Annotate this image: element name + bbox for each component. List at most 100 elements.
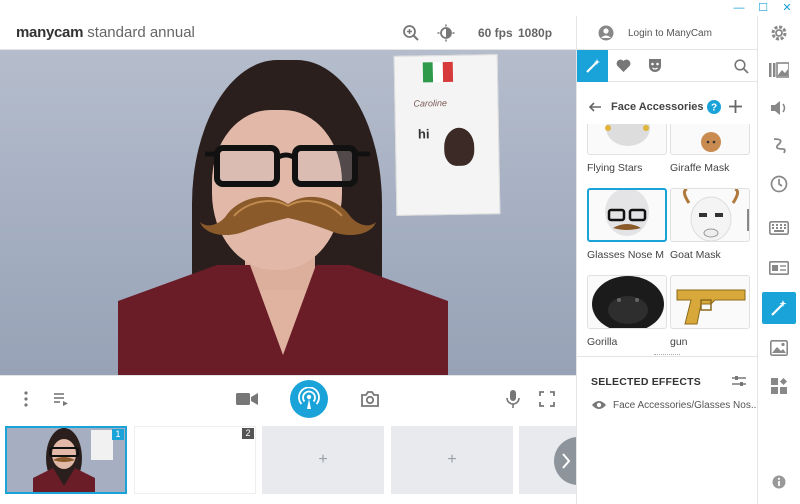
- glasses-effect: [205, 145, 370, 187]
- effect-thumbnail: [670, 188, 750, 242]
- add-icon: +: [318, 451, 328, 468]
- add-icon: +: [447, 451, 457, 468]
- poster-avatar: [443, 127, 475, 167]
- effect-item-flying-stars[interactable]: Flying Stars: [587, 124, 667, 174]
- sidebar-item-audio[interactable]: [762, 92, 796, 124]
- close-button[interactable]: ✕: [780, 1, 794, 15]
- source-thumbnails: 1 2 + +: [0, 421, 576, 504]
- adjust-effects-icon[interactable]: [732, 375, 746, 387]
- sidebar-item-keyboard[interactable]: [762, 212, 796, 244]
- source-thumbnail-1[interactable]: 1: [5, 426, 127, 494]
- visibility-eye-icon[interactable]: [592, 400, 606, 410]
- login-link[interactable]: Login to ManyCam: [628, 28, 712, 39]
- help-icon[interactable]: ?: [707, 100, 721, 114]
- svg-text:?: ?: [711, 103, 717, 114]
- source-thumbnail-2[interactable]: 2: [134, 426, 256, 494]
- snapshot-camera-icon[interactable]: [359, 388, 381, 410]
- add-effect-icon[interactable]: [729, 100, 742, 113]
- minimize-button[interactable]: —: [732, 1, 746, 15]
- tab-masks[interactable]: [639, 50, 670, 82]
- search-icon: [734, 58, 749, 74]
- wall-poster: Caroline hi: [393, 54, 501, 216]
- info-icon: [772, 475, 786, 489]
- fps-setting[interactable]: 60 fps: [478, 26, 513, 40]
- clock-icon: [770, 175, 788, 193]
- window-controls: — ☐ ✕: [732, 0, 794, 16]
- broadcast-button[interactable]: [290, 380, 328, 418]
- window-titlebar: — ☐ ✕: [0, 0, 800, 16]
- add-source-slot-1[interactable]: +: [262, 426, 384, 494]
- effect-thumbnail: [670, 124, 750, 155]
- tab-favorites[interactable]: [608, 50, 639, 82]
- plan-name: standard annual: [87, 24, 195, 41]
- info-button[interactable]: [762, 466, 796, 498]
- gear-icon: [771, 25, 787, 41]
- brand-name: manycam: [16, 24, 84, 41]
- selected-effects-header: SELECTED EFFECTS: [591, 376, 701, 388]
- user-avatar-icon: [598, 25, 614, 41]
- broadcast-icon: [298, 387, 320, 409]
- effects-panel: Login to ManyCam Face Accessories ? Flyi…: [576, 16, 759, 504]
- add-source-slot-2[interactable]: +: [391, 426, 513, 494]
- effect-item-gun[interactable]: gun: [670, 275, 750, 348]
- effect-item-glasses-nose-mustache[interactable]: Glasses Nose M: [587, 188, 667, 261]
- effect-thumbnail: [587, 275, 667, 329]
- login-row[interactable]: Login to ManyCam: [577, 16, 757, 50]
- magic-wand-icon: [771, 300, 787, 316]
- effect-item-gorilla[interactable]: Gorilla: [587, 275, 667, 348]
- playlist-icon[interactable]: [50, 388, 72, 410]
- category-title: Face Accessories: [611, 101, 704, 113]
- effect-item-goat-mask[interactable]: Goat Mask: [670, 188, 750, 261]
- lower-thirds-icon: [769, 261, 789, 275]
- effect-label: Goat Mask: [670, 249, 721, 261]
- poster-caption: Caroline: [413, 97, 448, 109]
- sidebar-item-effects[interactable]: [762, 292, 796, 324]
- effect-label: Flying Stars: [587, 162, 643, 174]
- settings-button[interactable]: [762, 17, 796, 49]
- effect-thumbnail: [670, 275, 750, 329]
- resolution-setting[interactable]: 1080p: [518, 26, 552, 40]
- effect-thumbnail: [587, 188, 667, 242]
- more-options-icon[interactable]: [15, 388, 37, 410]
- source-preview-image: [7, 428, 125, 492]
- image-icon: [770, 340, 788, 356]
- magic-wand-icon: [585, 59, 600, 73]
- effect-label: gun: [670, 336, 688, 348]
- source-number-badge: 1: [112, 429, 124, 440]
- brand-logo: manycam standard annual: [16, 24, 195, 41]
- microphone-icon[interactable]: [502, 388, 524, 410]
- top-header: manycam standard annual 60 fps 1080p: [0, 16, 576, 50]
- source-number-badge: 2: [242, 428, 254, 439]
- flag-graphic: [422, 61, 454, 83]
- fullscreen-icon[interactable]: [536, 388, 558, 410]
- media-library-icon: [769, 62, 789, 78]
- effects-tabbar: [577, 50, 757, 82]
- sidebar-item-media[interactable]: [762, 54, 796, 86]
- search-effects-button[interactable]: [726, 50, 757, 82]
- right-sidebar: [757, 16, 800, 504]
- category-header: Face Accessories ?: [577, 94, 757, 120]
- effect-label: Glasses Nose M: [587, 249, 665, 261]
- maximize-button[interactable]: ☐: [756, 1, 770, 15]
- control-bar: [0, 375, 576, 421]
- effects-scrollbar[interactable]: [747, 209, 749, 231]
- sidebar-item-lower-thirds[interactable]: [762, 252, 796, 284]
- sidebar-item-backgrounds[interactable]: [762, 332, 796, 364]
- keyboard-icon: [769, 221, 789, 235]
- sidebar-item-layers[interactable]: [762, 370, 796, 402]
- sidebar-item-drawing[interactable]: [762, 130, 796, 162]
- video-preview[interactable]: Caroline hi: [0, 50, 576, 375]
- effect-item-giraffe-mask[interactable]: Giraffe Mask: [670, 124, 750, 174]
- mustache-effect: [200, 196, 376, 236]
- selected-effect-item[interactable]: Face Accessories/Glasses Nos...: [613, 400, 759, 411]
- effect-label: Gorilla: [587, 336, 618, 348]
- layout-grid-icon: [771, 378, 787, 394]
- brightness-icon[interactable]: [437, 24, 455, 42]
- sidebar-item-schedule[interactable]: [762, 168, 796, 200]
- video-camera-icon[interactable]: [236, 388, 258, 410]
- back-arrow-icon[interactable]: [589, 102, 601, 112]
- tab-effects[interactable]: [577, 50, 608, 82]
- speaker-icon: [771, 101, 786, 115]
- zoom-icon[interactable]: [402, 24, 420, 42]
- theater-mask-icon: [648, 59, 661, 72]
